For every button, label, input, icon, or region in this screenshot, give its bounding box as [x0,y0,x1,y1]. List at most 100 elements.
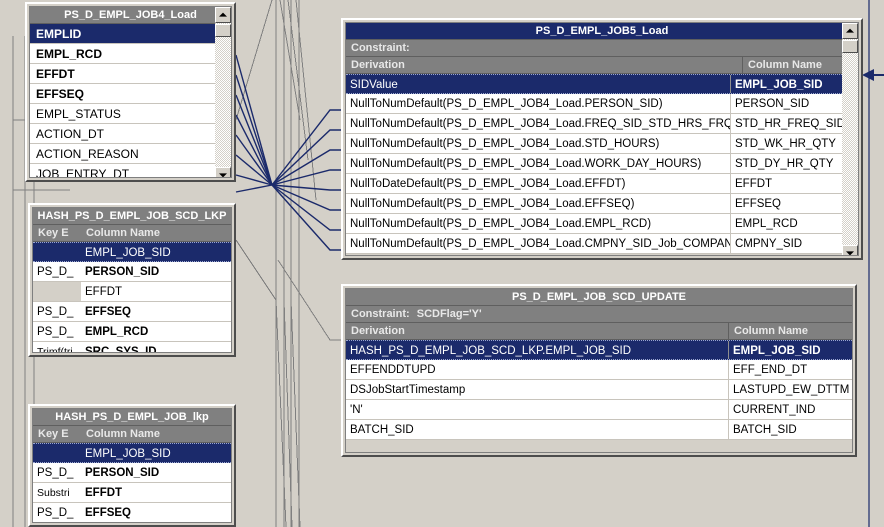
constraint-label: Constraint: [351,42,410,54]
cell-column-name: EMPL_JOB_SID [85,448,171,460]
cell-derivation: NullToNumDefault(PS_D_EMPL_JOB4_Load.STD… [350,138,660,150]
panel-title-lookup-job-lkp: HASH_PS_D_EMPL_JOB_lkp [33,409,231,426]
cell-column-name: SRC_SYS_ID [85,346,157,353]
table-row[interactable]: Substri EFFDT [33,483,231,503]
scroll-down-button[interactable] [215,167,231,177]
scroll-up-button[interactable] [215,7,231,23]
table-row[interactable]: PS_D_ EFFSEQ [33,503,231,522]
table-row[interactable]: PS_D_ EFFSEQ [33,302,231,322]
cell-column-name: CMPNY_SID [730,234,846,253]
cell-column-name: PERSON_SID [730,94,846,113]
list-item[interactable]: EFFSEQ [30,84,231,104]
cell-column-name: EFFDT [85,487,123,499]
column-headers-output-job5-load: Derivation Column Name [346,57,858,74]
scroll-up-button[interactable] [842,23,858,39]
scroll-track[interactable] [842,39,858,245]
cell-key-expression [33,243,81,261]
table-row[interactable]: DSJobStartTimestamp LASTUPD_EW_DTTM [346,380,852,400]
scroll-track[interactable] [215,23,231,167]
table-row[interactable]: NullToNumDefault(PS_D_EMPL_JOB4_Load.STD… [346,134,846,154]
cell-column-name: EMPL_JOB_SID [730,75,846,93]
table-row[interactable]: PS_D_ PERSON_SID [33,463,231,483]
column-headers-output-scd-update: Derivation Column Name [346,323,852,340]
cell-derivation: NullToDateDefault(PS_D_EMPL_JOB4_Load.EF… [350,178,626,190]
table-row[interactable]: EFFDT [33,282,231,302]
cell-derivation: NullToNumDefault(PS_D_EMPL_JOB4_Load.WOR… [350,158,702,170]
table-row[interactable]: EFFENDDTUPD EFF_END_DT [346,360,852,380]
panel-title-input-job4-load: PS_D_EMPL_JOB4_Load [30,7,231,24]
table-row[interactable]: NullToNumDefault(PS_D_EMPL_JOB4_Load.FRE… [346,114,846,134]
table-row[interactable]: PS_D_ PERSON_SID [33,262,231,282]
list-item[interactable]: EMPLID [30,24,231,44]
cell-column-name: PERSON_SID [85,266,160,278]
list-item[interactable]: ACTION_DT [30,124,231,144]
cell-column-name: CURRENT_IND [728,400,852,419]
grid-lookup-job-lkp[interactable]: EMPL_JOB_SID PS_D_ PERSON_SID Substri EF… [33,443,231,522]
cell-column-name: PERSON_SID [85,467,160,479]
list-item[interactable]: EMPL_STATUS [30,104,231,124]
table-row[interactable]: NullToNumDefault(PS_D_EMPL_JOB4_Load.EMP… [346,214,846,234]
constraint-value: SCDFlag='Y' [416,308,482,320]
cell-derivation: DSJobStartTimestamp [350,384,466,396]
cell-column-name: EFFSEQ [730,194,846,213]
table-row[interactable]: NullToDateDefault(PS_D_EMPL_JOB4_Load.EF… [346,174,846,194]
scroll-down-button[interactable] [842,245,858,255]
cell-derivation: 'N' [350,404,363,416]
transformer-canvas: PS_D_EMPL_JOB4_Load EMPLID EMPL_RCD EFFD… [0,0,884,527]
scrollbar-output-job5-load[interactable] [842,23,858,255]
cell-column-name: EFFDT [730,174,846,193]
table-row[interactable]: 'N' CURRENT_IND [346,400,852,420]
table-row[interactable]: NullToNumDefault(PS_D_EMPL_JOB4_Load.WOR… [346,154,846,174]
header-column-name: Column Name [742,57,858,73]
scroll-thumb[interactable] [842,40,858,53]
table-row[interactable]: SIDValue EMPL_JOB_SID [346,74,846,94]
list-item[interactable]: JOB_ENTRY_DT [30,164,231,177]
cell-key-expression: Trimf(tri [37,346,73,353]
cell-column-name: STD_DY_HR_QTY [730,154,846,173]
grid-output-scd-update[interactable]: HASH_PS_D_EMPL_JOB_SCD_LKP.EMPL_JOB_SID … [346,340,852,440]
header-derivation: Derivation [351,325,405,337]
header-column-name: Column Name [86,227,160,239]
cell-column-name: EFFSEQ [85,507,132,519]
list-item[interactable]: EFFDT [30,64,231,84]
panel-title-output-job5-load: PS_D_EMPL_JOB5_Load [346,23,858,40]
table-row[interactable]: NullToNumDefault(PS_D_EMPL_JOB4_Load.CMP… [346,234,846,254]
triangle-down-icon [219,173,227,177]
cell-key-expression: Substri [37,487,70,499]
table-row[interactable]: EMPL_JOB_SID [33,242,231,262]
header-derivation: Derivation [351,59,405,71]
grid-output-job5-load[interactable]: SIDValue EMPL_JOB_SID NullToNumDefault(P… [346,74,846,254]
grid-lookup-scd-lkp[interactable]: EMPL_JOB_SID PS_D_ PERSON_SID EFFDT PS_D… [33,242,231,353]
cell-column-name: EMPL_RCD [730,214,846,233]
link-terminator-arrow [862,0,884,527]
list-item[interactable]: ACTION_REASON [30,144,231,164]
column-list-input-job4-load[interactable]: EMPLID EMPL_RCD EFFDT EFFSEQ EMPL_STATUS… [30,24,231,177]
table-row[interactable]: BATCH_SID BATCH_SID [346,420,852,440]
cell-column-name: EMPL_RCD [85,326,149,338]
constraint-output-job5-load[interactable]: Constraint: [346,40,858,57]
list-item[interactable]: EMPL_RCD [30,44,231,64]
panel-output-job5-load[interactable]: PS_D_EMPL_JOB5_Load Constraint: Derivati… [341,18,863,260]
table-row[interactable]: PS_D_ EMPL_RCD [33,322,231,342]
cell-key-expression: PS_D_ [37,326,74,338]
constraint-output-scd-update[interactable]: Constraint: SCDFlag='Y' [346,306,852,323]
panel-output-scd-update[interactable]: PS_D_EMPL_JOB_SCD_UPDATE Constraint: SCD… [341,284,857,457]
cell-key-expression: PS_D_ [37,467,74,479]
panel-lookup-scd-lkp[interactable]: HASH_PS_D_EMPL_JOB_SCD_LKP Key E Column … [28,203,236,357]
table-row[interactable]: EMPL_JOB_SID [33,443,231,463]
cell-derivation: NullToNumDefault(PS_D_EMPL_JOB4_Load.PER… [350,98,663,110]
cell-column-name: EFFDT [85,286,123,298]
cell-column-name: STD_HR_FREQ_SID [730,114,846,133]
scrollbar-input-job4-load[interactable] [215,7,231,177]
table-row[interactable]: Trimf(tri SRC_SYS_ID [33,342,231,353]
cell-column-name: EMPL_JOB_SID [728,341,852,359]
cell-column-name: STD_WK_HR_QTY [730,134,846,153]
scroll-thumb[interactable] [215,24,231,37]
triangle-up-icon [846,28,854,33]
panel-input-job4-load[interactable]: PS_D_EMPL_JOB4_Load EMPLID EMPL_RCD EFFD… [25,2,236,182]
table-row[interactable]: HASH_PS_D_EMPL_JOB_SCD_LKP.EMPL_JOB_SID … [346,340,852,360]
panel-lookup-job-lkp[interactable]: HASH_PS_D_EMPL_JOB_lkp Key E Column Name… [28,404,236,527]
table-row[interactable]: NullToNumDefault(PS_D_EMPL_JOB4_Load.PER… [346,94,846,114]
cell-column-name: BATCH_SID [728,420,852,439]
table-row[interactable]: NullToNumDefault(PS_D_EMPL_JOB4_Load.EFF… [346,194,846,214]
